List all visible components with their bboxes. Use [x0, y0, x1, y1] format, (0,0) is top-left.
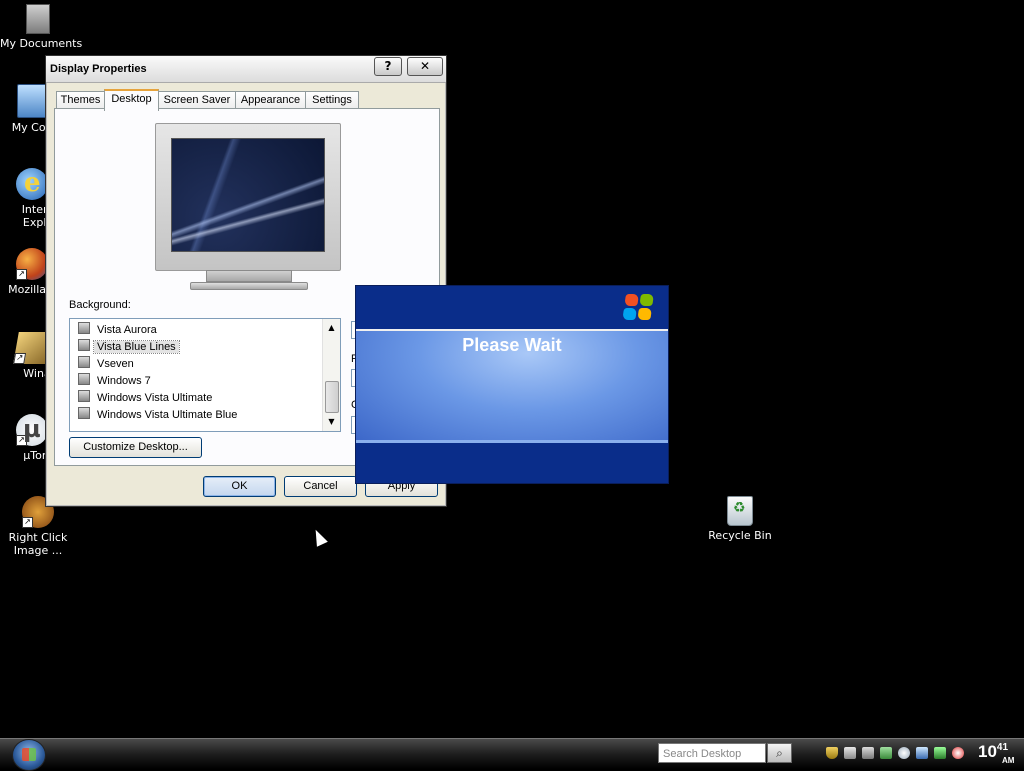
volume-icon[interactable]	[862, 747, 874, 759]
monitor-preview	[155, 123, 341, 290]
logo-segment-red	[624, 294, 639, 306]
search-desktop-input[interactable]: Search Desktop	[658, 743, 766, 763]
utorrent-icon: ↗	[16, 414, 48, 446]
background-listbox[interactable]: Vista Aurora Vista Blue Lines Vseven Win…	[69, 318, 341, 432]
window-titlebar[interactable]: Display Properties ? ✕	[46, 56, 446, 83]
list-item-selected[interactable]: Vista Blue Lines	[78, 339, 180, 354]
shortcut-arrow-icon: ↗	[16, 269, 27, 280]
shortcut-arrow-icon: ↗	[16, 435, 27, 446]
stop-icon[interactable]	[952, 747, 964, 759]
please-wait-dialog: Please Wait	[355, 285, 669, 484]
desktop-icon-label: Right Click	[8, 531, 68, 544]
search-icon[interactable]	[898, 747, 910, 759]
list-item-label: Windows Vista Ultimate Blue	[97, 409, 238, 421]
list-item-label: Vista Aurora	[97, 324, 157, 336]
shortcut-arrow-icon: ↗	[22, 517, 33, 528]
logo-segment-green	[639, 294, 654, 306]
taskbar-clock[interactable]: 1041 AM	[978, 742, 1014, 765]
list-item[interactable]: Windows Vista Ultimate Blue	[78, 407, 240, 422]
clock-minutes: 41	[996, 742, 1009, 753]
shield-icon[interactable]	[826, 747, 838, 759]
image-file-icon	[78, 390, 90, 402]
image-file-icon	[78, 373, 90, 385]
clock-ampm: AM	[1002, 756, 1015, 765]
documents-icon	[26, 4, 50, 34]
scrollbar-thumb[interactable]	[325, 381, 339, 413]
ok-button[interactable]: OK	[203, 476, 276, 497]
monitor-stand	[206, 270, 292, 282]
list-item[interactable]: Windows 7	[78, 373, 154, 388]
desktop-icon-label: My Documents	[0, 37, 83, 50]
please-wait-message: Please Wait	[462, 335, 562, 355]
image-file-icon	[78, 339, 90, 351]
desktop-icon-label-line2: Image ...	[13, 544, 63, 557]
image-file-icon	[78, 322, 90, 334]
clock-hour: 10	[978, 742, 997, 761]
desktop-icon-label: Recycle Bin	[708, 529, 772, 542]
cancel-button[interactable]: Cancel	[284, 476, 357, 497]
list-item-label: Vista Blue Lines	[93, 340, 180, 354]
scroll-up-arrow-icon[interactable]: ▲	[325, 321, 338, 334]
image-file-icon	[78, 407, 90, 419]
list-item-label: Windows Vista Ultimate	[97, 392, 213, 404]
list-item-label: Windows 7	[97, 375, 151, 387]
magnifier-icon[interactable]: ⌕	[767, 743, 792, 763]
recycle-bin-icon	[727, 496, 753, 526]
monitor-base	[190, 282, 308, 290]
firefox-icon: ↗	[16, 248, 48, 280]
list-item[interactable]: Windows Vista Ultimate	[78, 390, 215, 405]
taskbar: Search Desktop ⌕ 1041 AM	[0, 738, 1024, 771]
tab-settings[interactable]: Settings	[305, 91, 359, 109]
list-item[interactable]: Vista Aurora	[78, 322, 160, 337]
scroll-down-arrow-icon[interactable]: ▼	[325, 415, 338, 428]
tab-desktop[interactable]: Desktop	[104, 89, 159, 111]
internet-explorer-icon	[16, 168, 48, 200]
desktop-icon-recycle-bin[interactable]: Recycle Bin	[702, 496, 778, 542]
tab-themes[interactable]: Themes	[56, 91, 105, 109]
tab-screen-saver[interactable]: Screen Saver	[158, 91, 236, 109]
connection-icon[interactable]	[880, 747, 892, 759]
image-file-icon	[78, 356, 90, 368]
logo-segment-yellow	[637, 308, 652, 320]
windows-logo-icon	[622, 294, 656, 322]
close-button[interactable]: ✕	[407, 57, 443, 76]
security-icon[interactable]	[934, 747, 946, 759]
background-label: Background:	[69, 299, 131, 311]
list-item[interactable]: Vseven	[78, 356, 137, 371]
window-title: Display Properties	[50, 63, 147, 75]
listbox-scrollbar[interactable]: ▲ ▼	[322, 319, 340, 431]
flag-icon[interactable]	[916, 747, 928, 759]
wallpaper-preview	[171, 138, 325, 252]
desktop-icon-my-documents[interactable]: My Documents	[0, 4, 83, 50]
network-icon[interactable]	[844, 747, 856, 759]
start-button[interactable]	[12, 739, 46, 771]
list-item-label: Vseven	[97, 358, 134, 370]
customize-desktop-button[interactable]: Customize Desktop...	[69, 437, 202, 458]
shortcut-arrow-icon: ↗	[13, 353, 27, 364]
logo-segment-blue	[622, 308, 637, 320]
help-button[interactable]: ?	[374, 57, 402, 76]
mouse-cursor-icon	[310, 527, 328, 547]
tab-appearance[interactable]: Appearance	[235, 91, 306, 109]
